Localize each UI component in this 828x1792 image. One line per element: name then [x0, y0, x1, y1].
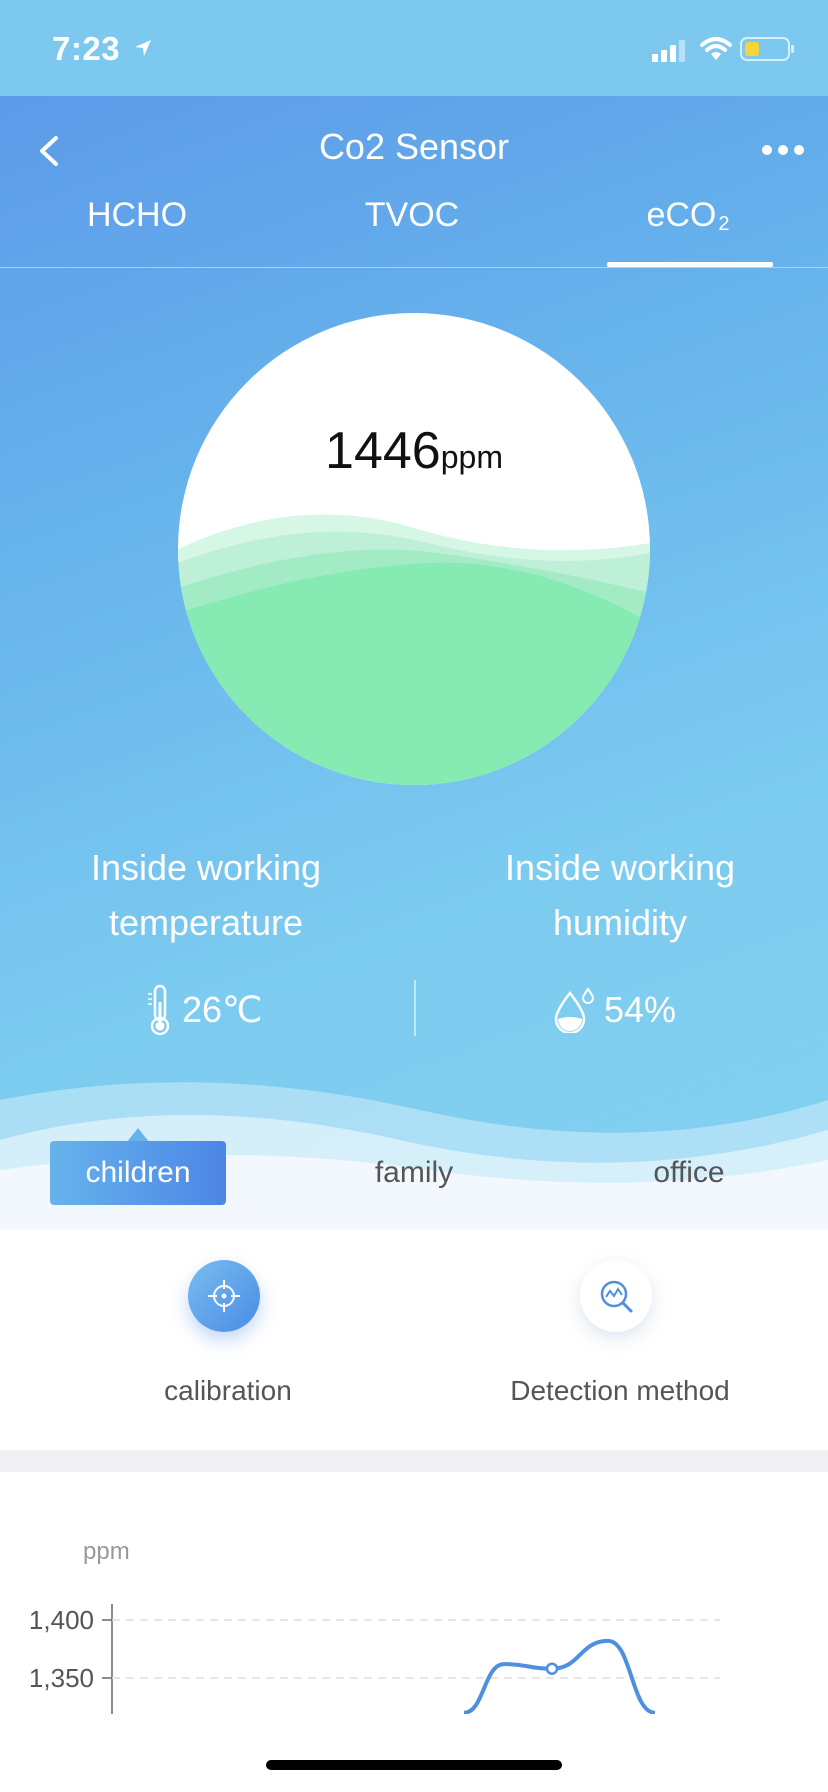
tab-eco2-label: eCO — [646, 196, 717, 234]
wifi-icon — [700, 37, 732, 60]
air-quality-rating — [178, 719, 650, 755]
co2-value: 1446 — [325, 422, 441, 480]
header-background: 7:23 Co2 Sensor HCHO TVOC eCO 2 1446ppm … — [0, 0, 828, 1230]
battery-icon — [740, 37, 794, 61]
cellular-signal-icon — [652, 40, 685, 62]
tab-tvoc[interactable]: TVOC — [322, 196, 502, 235]
scene-office-button[interactable]: office — [601, 1141, 777, 1205]
thermometer-icon — [148, 984, 170, 1036]
section-separator — [0, 1450, 828, 1472]
location-arrow-icon — [135, 40, 151, 56]
humidity-reading: 54% — [552, 982, 676, 1038]
co2-gauge: 1446ppm — [178, 313, 650, 785]
scene-family-button[interactable]: family — [326, 1141, 502, 1205]
detection-method-button[interactable] — [580, 1260, 652, 1332]
tab-hcho[interactable]: HCHO — [47, 196, 227, 235]
chart-data-point[interactable] — [545, 1662, 559, 1675]
co2-unit: ppm — [440, 439, 503, 475]
tab-eco2-subscript: 2 — [718, 213, 730, 235]
gauge-waves — [178, 514, 650, 785]
water-drop-icon — [554, 987, 595, 1033]
chart-search-icon — [600, 1280, 633, 1313]
tab-eco2[interactable]: eCO 2 — [598, 196, 778, 236]
tabs-divider — [0, 267, 828, 268]
scene-pointer — [127, 1128, 149, 1142]
chart-canvas: 1,400 1,350 — [29, 1604, 720, 1714]
temperature-value: 26℃ — [182, 989, 263, 1030]
co2-history-chart: ppm 1,400 1,350 — [0, 1472, 828, 1792]
crosshair-icon — [208, 1280, 240, 1312]
calibration-label: calibration — [164, 1375, 292, 1406]
detection-method-label: Detection method — [510, 1375, 730, 1406]
home-indicator — [266, 1760, 562, 1770]
calibration-button[interactable] — [188, 1260, 260, 1332]
chart-series-line — [463, 1638, 656, 1714]
status-bar: 7:23 — [0, 0, 828, 96]
star-empty-icon — [184, 721, 216, 752]
status-time: 7:23 — [52, 30, 121, 67]
scene-children-button[interactable]: children — [50, 1141, 226, 1205]
co2-reading: 1446ppm — [178, 421, 650, 481]
temperature-title: Inside working temperature — [90, 847, 322, 943]
temperature-reading: 26℃ — [146, 982, 262, 1038]
humidity-title: Inside working humidity — [504, 847, 736, 943]
humidity-value: 54% — [604, 989, 677, 1030]
chart-tick-label: 1,350 — [29, 1663, 94, 1693]
gas-tabs: HCHO TVOC eCO 2 — [0, 96, 828, 268]
chart-tick-label: 1,400 — [29, 1605, 94, 1635]
info-divider — [414, 980, 416, 1036]
